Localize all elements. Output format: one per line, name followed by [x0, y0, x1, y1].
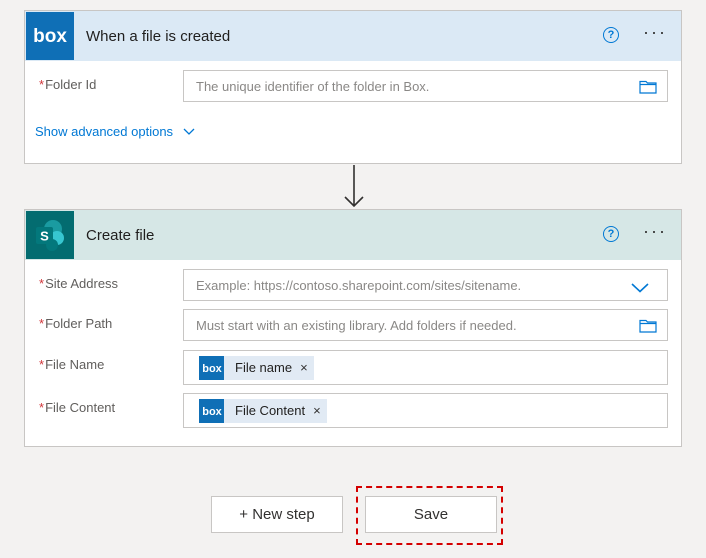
- folder-id-placeholder: The unique identifier of the folder in B…: [196, 78, 430, 94]
- site-address-label: *Site Address: [39, 276, 118, 291]
- folder-id-label: *Folder Id: [39, 77, 96, 92]
- folder-icon[interactable]: [639, 318, 657, 338]
- help-icon[interactable]: ?: [603, 226, 619, 242]
- file-content-label: *File Content: [39, 400, 115, 415]
- help-icon[interactable]: ?: [603, 27, 619, 43]
- sharepoint-letter: S: [40, 229, 49, 244]
- field-label-text: Folder Id: [45, 77, 97, 92]
- token-label: File name: [235, 360, 293, 375]
- file-name-input[interactable]: box File name ×: [183, 350, 668, 385]
- folder-path-label: *Folder Path: [39, 316, 112, 331]
- arrow-down-icon: [343, 164, 365, 215]
- chevron-down-icon: [183, 124, 195, 139]
- new-step-button[interactable]: + New step: [211, 496, 343, 533]
- required-mark: *: [39, 400, 45, 415]
- box-icon: box: [199, 355, 224, 380]
- folder-path-placeholder: Must start with an existing library. Add…: [196, 317, 517, 333]
- action-title: Create file: [86, 226, 155, 244]
- required-mark: *: [39, 316, 45, 331]
- box-icon: box: [199, 398, 224, 423]
- show-advanced-options-link[interactable]: Show advanced options: [35, 124, 195, 139]
- dynamic-content-token[interactable]: box File Content ×: [199, 398, 327, 423]
- folder-icon[interactable]: [639, 79, 657, 99]
- box-icon: box: [26, 12, 74, 60]
- trigger-header[interactable]: box When a file is created ? ···: [25, 11, 681, 61]
- save-button[interactable]: Save: [365, 496, 497, 533]
- file-content-input[interactable]: box File Content ×: [183, 393, 668, 428]
- site-address-placeholder: Example: https://contoso.sharepoint.com/…: [196, 277, 522, 293]
- required-mark: *: [39, 276, 45, 291]
- field-label-text: Folder Path: [45, 316, 113, 331]
- action-header[interactable]: S Create file ? ···: [25, 210, 681, 260]
- advanced-options-label: Show advanced options: [35, 124, 174, 139]
- field-label-text: File Name: [45, 357, 105, 372]
- more-options-icon[interactable]: ···: [643, 23, 667, 41]
- trigger-title: When a file is created: [86, 27, 231, 45]
- action-card: S Create file ? ··· *Site Address Exampl…: [24, 209, 682, 447]
- site-address-dropdown[interactable]: Example: https://contoso.sharepoint.com/…: [183, 269, 668, 301]
- svg-text:box: box: [202, 406, 222, 417]
- file-name-label: *File Name: [39, 357, 104, 372]
- remove-token-icon[interactable]: ×: [313, 403, 321, 418]
- more-options-icon[interactable]: ···: [643, 222, 667, 240]
- remove-token-icon[interactable]: ×: [300, 360, 308, 375]
- required-mark: *: [39, 357, 45, 372]
- chevron-down-icon[interactable]: [631, 280, 649, 298]
- field-label-text: Site Address: [45, 276, 119, 291]
- svg-text:box: box: [202, 363, 222, 374]
- required-mark: *: [39, 77, 45, 92]
- token-label: File Content: [235, 403, 306, 418]
- field-label-text: File Content: [45, 400, 116, 415]
- trigger-card: box When a file is created ? ··· *Folder…: [24, 10, 682, 164]
- dynamic-content-token[interactable]: box File name ×: [199, 355, 314, 380]
- sharepoint-icon: S: [26, 211, 74, 259]
- svg-text:box: box: [33, 26, 67, 47]
- folder-path-input[interactable]: Must start with an existing library. Add…: [183, 309, 668, 341]
- folder-id-input[interactable]: The unique identifier of the folder in B…: [183, 70, 668, 102]
